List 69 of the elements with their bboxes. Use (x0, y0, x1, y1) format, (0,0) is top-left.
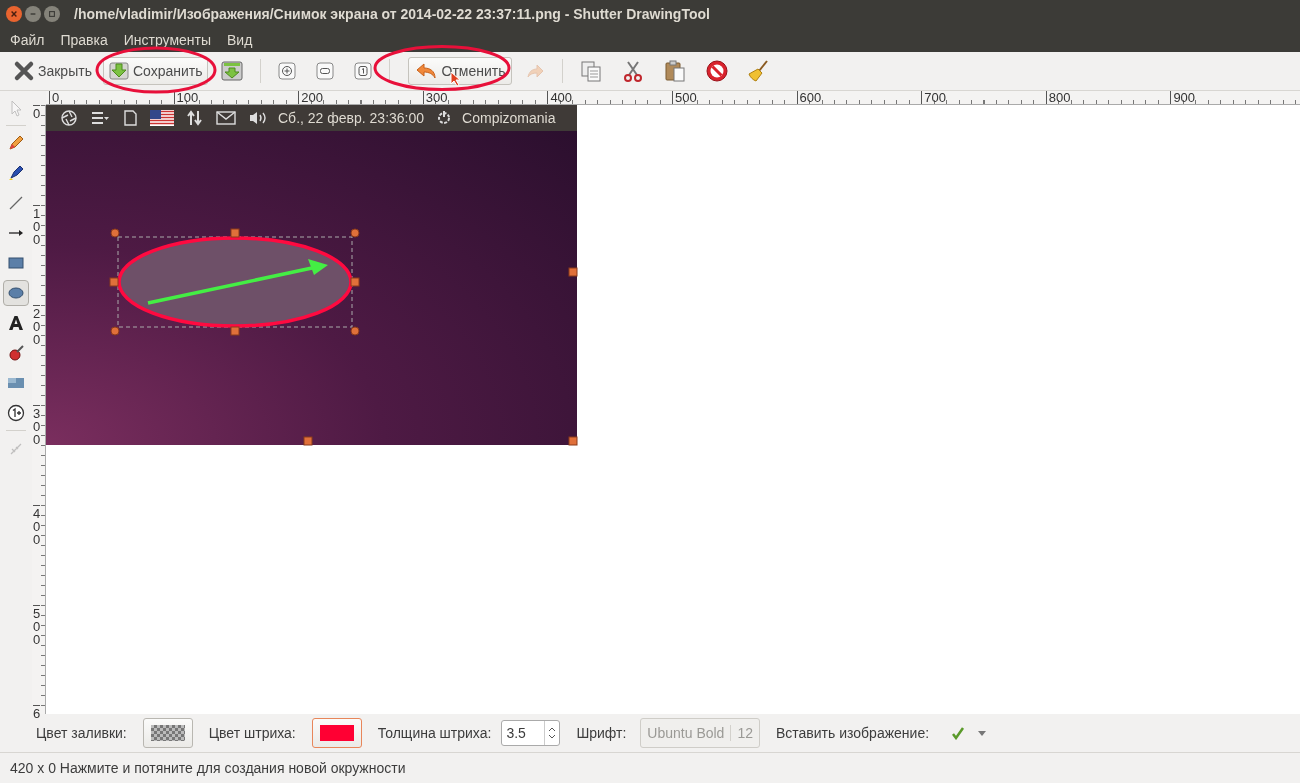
aperture-icon (60, 109, 78, 127)
stroke-width-label: Толщина штриха: (377, 725, 492, 741)
save-icon (107, 60, 130, 82)
save-button[interactable]: Сохранить (102, 57, 208, 85)
memory-card-icon (122, 109, 138, 127)
ruler-label: 200 (298, 91, 323, 104)
ruler-label: 900 (1170, 91, 1196, 104)
clock-text: Сб., 22 февр. 23:36:00 (278, 110, 425, 126)
selected-ellipse[interactable] (117, 236, 353, 328)
dropdown-arrow-icon[interactable] (977, 729, 988, 737)
close-button[interactable]: Закрыть (8, 57, 97, 85)
network-arrows-icon (186, 109, 204, 127)
stroke-color-button[interactable] (311, 718, 362, 748)
insert-image-label: Вставить изображение: (776, 725, 930, 741)
minimize-button[interactable] (25, 6, 41, 22)
ruler-label: 100 (33, 205, 41, 246)
resize-handle[interactable] (350, 228, 360, 238)
checkmark-icon[interactable] (951, 726, 966, 740)
ruler-label: 0 (49, 91, 60, 104)
fill-color-button[interactable] (142, 718, 193, 748)
maximize-icon (48, 10, 56, 18)
speaker-icon (248, 110, 268, 126)
ruler-label: 700 (921, 91, 946, 104)
resize-handle[interactable] (110, 228, 120, 238)
ruler-label: 400 (33, 505, 41, 546)
user-name-text: Compizomania (462, 110, 556, 126)
ruler-label: 500 (672, 91, 697, 104)
flag-icon (150, 110, 174, 126)
resize-handle[interactable] (350, 326, 360, 336)
font-label: Шрифт: (576, 725, 627, 741)
envelope-icon (216, 111, 236, 125)
menu-icon (90, 110, 110, 126)
ruler-label: 200 (33, 305, 41, 346)
ruler-label: 300 (33, 405, 41, 446)
menu-item[interactable]: Правка (52, 32, 116, 48)
menu-item[interactable]: Вид (219, 32, 261, 48)
fill-color-label: Цвет заливки: (36, 725, 127, 741)
close-icon (13, 60, 35, 82)
ruler-label: 6 (33, 705, 41, 720)
ruler-label: 100 (173, 91, 199, 104)
undo-button[interactable]: Отменить (407, 57, 513, 85)
ellipse-tool-icon[interactable] (3, 280, 29, 306)
resize-handle[interactable] (230, 228, 240, 238)
close-window-button[interactable] (6, 6, 22, 22)
close-icon (10, 10, 18, 18)
ruler-label: 800 (1045, 91, 1071, 104)
window-title: /home/vladimir/Изображения/Снимок экрана от 2014-02-22 23:37:11.png - Shutter DrawingTool (74, 6, 710, 22)
status-text: 420 x 0 Нажмите и потяните для создания новой окружности (10, 760, 406, 776)
ruler-label: 500 (33, 605, 41, 646)
minimize-icon (29, 10, 37, 18)
ruler-label: 600 (796, 91, 822, 104)
menu-item[interactable]: Файл (2, 32, 53, 48)
resize-handle[interactable] (303, 436, 313, 446)
font-button: Ubuntu Bold 12 (640, 718, 760, 748)
resize-handle[interactable] (568, 267, 578, 277)
menu-item[interactable]: Инструменты (115, 32, 219, 48)
arrow-shape[interactable] (147, 259, 328, 305)
ruler-label: 300 (422, 91, 448, 104)
resize-handle[interactable] (230, 326, 240, 336)
ruler-label: 400 (547, 91, 573, 104)
resize-handle[interactable] (109, 277, 119, 287)
resize-handle[interactable] (568, 436, 578, 446)
resize-handle[interactable] (350, 277, 360, 287)
maximize-button[interactable] (44, 6, 60, 22)
resize-handle[interactable] (110, 326, 120, 336)
power-gear-icon (436, 110, 453, 126)
stroke-width-spinner[interactable]: 3.5 (501, 720, 561, 746)
stroke-color-label: Цвет штриха: (208, 725, 296, 741)
ruler-label: 0 (33, 105, 41, 120)
